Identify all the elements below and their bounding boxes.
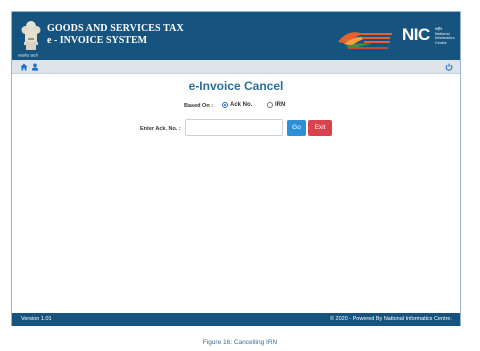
power-icon[interactable] bbox=[445, 63, 453, 71]
version-text: Version 1.01 bbox=[21, 316, 52, 322]
user-icon[interactable] bbox=[31, 63, 39, 71]
app-window: सत्यमेव जयते GOODS AND SERVICES TAX e - … bbox=[11, 11, 461, 326]
radio-irn-label: IRN bbox=[275, 102, 286, 108]
nic-logo-text: NIC bbox=[402, 25, 430, 44]
emblem-caption: सत्यमेव जयते bbox=[18, 53, 38, 58]
figure-caption: Figure 16: Cancelling IRN bbox=[202, 339, 278, 346]
page-title: e-Invoice Cancel bbox=[188, 79, 284, 93]
ack-no-input[interactable] bbox=[185, 119, 283, 136]
header-bar: सत्यमेव जयते GOODS AND SERVICES TAX e - … bbox=[12, 12, 460, 60]
go-button[interactable]: Go bbox=[287, 120, 306, 136]
copyright-text: © 2020 - Powered By National Informatics… bbox=[329, 316, 452, 322]
azadi-ka-amrit-mahotsav-logo bbox=[338, 32, 392, 49]
radio-ack-no[interactable]: Ack No. bbox=[222, 102, 252, 108]
radio-ack-no-label: Ack No. bbox=[230, 102, 253, 108]
nic-logo-subtext: राष्ट्रीय National Informatics Centre bbox=[435, 27, 455, 45]
ack-no-label: Enter Ack. No. : bbox=[140, 126, 181, 132]
navbar bbox=[12, 60, 460, 74]
footer-bar: Version 1.01 © 2020 - Powered By Nationa… bbox=[12, 313, 460, 326]
main-content: e-Invoice Cancel Based On : Ack No. IRN … bbox=[12, 74, 460, 313]
radio-irn[interactable]: IRN bbox=[267, 102, 285, 108]
exit-button[interactable]: Exit bbox=[308, 120, 332, 136]
nic-logo: NIC राष्ट्रीय National Informatics Centr… bbox=[402, 25, 456, 51]
radio-irn-button[interactable] bbox=[267, 102, 273, 108]
app-subtitle: e - INVOICE SYSTEM bbox=[47, 35, 148, 46]
radio-ack-no-button[interactable] bbox=[222, 102, 228, 108]
based-on-label: Based On : bbox=[184, 103, 214, 109]
national-emblem-icon bbox=[21, 21, 41, 50]
home-icon[interactable] bbox=[20, 63, 28, 71]
app-title: GOODS AND SERVICES TAX bbox=[47, 23, 184, 34]
